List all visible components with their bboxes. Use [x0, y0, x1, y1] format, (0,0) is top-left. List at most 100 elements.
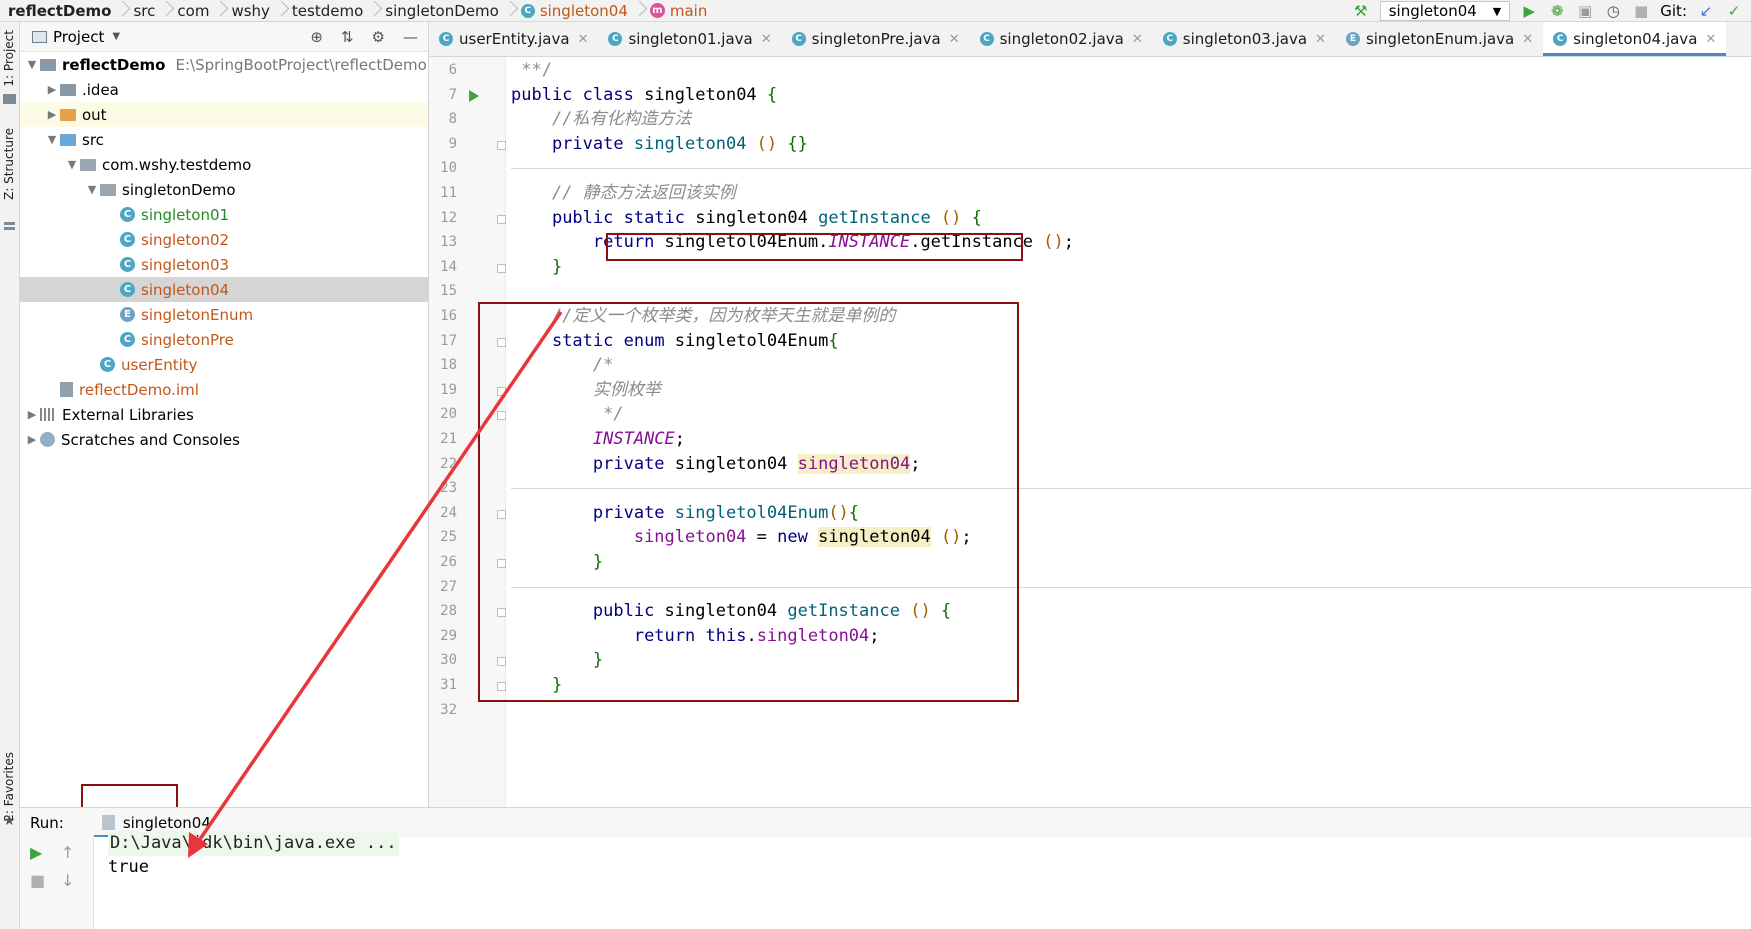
tree-item[interactable]: Csingleton01: [20, 202, 428, 227]
code-token: {: [766, 84, 778, 105]
editor-tab[interactable]: CsingletonPre.java ✕: [782, 22, 970, 56]
project-tool-tab[interactable]: 1: Project: [2, 30, 16, 87]
tree-item[interactable]: CsingletonPre: [20, 327, 428, 352]
collapse-all-icon[interactable]: ⇅: [341, 28, 354, 46]
close-icon[interactable]: ✕: [949, 32, 960, 47]
profile-icon[interactable]: ◷: [1604, 2, 1622, 20]
chevron-right-icon[interactable]: ▶: [24, 408, 40, 421]
git-update-icon[interactable]: ↙: [1697, 2, 1715, 20]
rerun-icon[interactable]: ▶: [30, 843, 42, 862]
code-line: //私有化构造方法: [511, 107, 691, 132]
breadcrumb-item[interactable]: com: [171, 2, 215, 20]
tree-item[interactable]: Csingleton02: [20, 227, 428, 252]
tree-item[interactable]: Csingleton03: [20, 252, 428, 277]
favorites-tool-tab[interactable]: 2: Favorites: [2, 752, 16, 822]
tree-item-label: userEntity: [121, 355, 198, 374]
chevron-down-icon: ▼: [1492, 4, 1502, 18]
breadcrumb-separator-icon: [117, 0, 127, 21]
run-icon[interactable]: ▶: [1520, 2, 1538, 20]
chevron-right-icon[interactable]: ▶: [44, 83, 60, 96]
breadcrumb-item[interactable]: src: [127, 2, 161, 20]
class-icon: C: [100, 357, 115, 372]
git-commit-icon[interactable]: ✓: [1725, 2, 1743, 20]
tree-item[interactable]: ▼ com.wshy.testdemo: [20, 152, 428, 177]
chevron-down-icon[interactable]: ▼: [112, 31, 120, 42]
chevron-right-icon[interactable]: ▶: [44, 108, 60, 121]
fold-marker-icon[interactable]: [497, 140, 506, 150]
line-number: 16: [440, 308, 457, 324]
tree-item-label: singleton03: [141, 255, 230, 274]
project-view-title[interactable]: Project: [53, 28, 104, 46]
breadcrumb-item[interactable]: singletonDemo: [379, 2, 505, 20]
locate-target-icon[interactable]: ⊕: [310, 28, 323, 46]
debug-bug-icon[interactable]: ❁: [1548, 2, 1566, 20]
line-number: 20: [440, 406, 457, 423]
tree-item[interactable]: ▶ Scratches and Consoles: [20, 427, 428, 452]
code-token: class: [582, 84, 645, 105]
run-console: ▶ ↑ ■ ↓ D:\Java\jdk\bin\java.exe ... tru…: [20, 831, 1751, 929]
editor-tab-label: singleton04.java: [1573, 30, 1698, 48]
chevron-down-icon[interactable]: ▼: [44, 133, 60, 146]
code-token: (): [940, 207, 972, 228]
scroll-up-icon[interactable]: ↑: [61, 843, 74, 862]
close-icon[interactable]: ✕: [578, 32, 589, 47]
project-view-icon: [32, 30, 47, 43]
editor-tab[interactable]: Csingleton01.java ✕: [598, 22, 781, 56]
run-gutter-icon[interactable]: [469, 89, 479, 102]
breadcrumb-item[interactable]: reflectDemo: [0, 2, 117, 20]
editor-tab[interactable]: CuserEntity.java ✕: [429, 22, 598, 56]
scroll-down-icon[interactable]: ↓: [61, 871, 74, 890]
coverage-icon[interactable]: ▣: [1576, 2, 1594, 20]
breadcrumb-label: com: [177, 1, 210, 20]
gear-icon[interactable]: ⚙: [372, 28, 385, 46]
tree-item[interactable]: ▶ .idea: [20, 77, 428, 102]
editor-tab[interactable]: Csingleton03.java ✕: [1153, 22, 1336, 56]
line-number: 7: [448, 86, 457, 103]
chevron-right-icon[interactable]: ▶: [24, 433, 40, 446]
chevron-down-icon[interactable]: ▼: [24, 58, 40, 71]
tree-item[interactable]: CuserEntity: [20, 352, 428, 377]
fold-marker-icon[interactable]: [497, 263, 506, 273]
chevron-down-icon[interactable]: ▼: [84, 183, 100, 196]
chevron-down-icon[interactable]: ▼: [64, 158, 80, 171]
tree-item[interactable]: EsingletonEnum: [20, 302, 428, 327]
tree-item[interactable]: ▶ External Libraries: [20, 402, 428, 427]
breadcrumb-separator-icon: [161, 0, 171, 21]
fold-marker-icon[interactable]: [497, 214, 506, 224]
tree-item[interactable]: ▼ singletonDemo: [20, 177, 428, 202]
highlight-box-enum-definition: [478, 302, 1019, 702]
editor-tab[interactable]: Csingleton02.java ✕: [970, 22, 1153, 56]
code-token: singleton04: [695, 207, 819, 228]
stop-icon[interactable]: ■: [30, 871, 45, 890]
line-number: 21: [440, 431, 457, 447]
tree-item[interactable]: Csingleton04: [20, 277, 428, 302]
tree-item[interactable]: reflectDemo.iml: [20, 377, 428, 402]
tree-item[interactable]: ▼ src: [20, 127, 428, 152]
close-icon[interactable]: ✕: [761, 32, 772, 47]
structure-tool-tab[interactable]: Z: Structure: [2, 128, 16, 200]
method-icon: m: [649, 3, 665, 18]
class-icon: C: [608, 32, 623, 46]
breadcrumb-item[interactable]: m main: [644, 2, 713, 20]
run-configuration-select[interactable]: singleton04 ▼: [1379, 1, 1511, 21]
run-tab-label: singleton04: [122, 813, 211, 832]
close-icon[interactable]: ✕: [1522, 32, 1533, 47]
breadcrumb-item[interactable]: wshy: [225, 2, 275, 20]
highlight-box-return-statement: [606, 233, 1023, 261]
hide-panel-icon[interactable]: —: [403, 28, 418, 46]
close-icon[interactable]: ✕: [1132, 32, 1143, 47]
breadcrumb-item[interactable]: testdemo: [286, 2, 369, 20]
stop-icon[interactable]: ■: [1632, 2, 1650, 20]
close-icon[interactable]: ✕: [1315, 32, 1326, 47]
line-number: 10: [440, 160, 457, 177]
breadcrumb-item[interactable]: Csingleton04: [515, 2, 634, 20]
editor-tab[interactable]: Csingleton04.java ✕: [1543, 22, 1727, 56]
tree-item[interactable]: ▼ reflectDemo E:\SpringBootProject\reflect…: [20, 52, 428, 77]
line-number: 22: [440, 455, 457, 472]
class-icon: C: [120, 257, 135, 272]
build-hammer-icon[interactable]: ⚒: [1352, 2, 1370, 20]
editor-tab[interactable]: EsingletonEnum.java ✕: [1336, 22, 1543, 56]
close-icon[interactable]: ✕: [1705, 32, 1716, 47]
tree-item[interactable]: ▶ out: [20, 102, 428, 127]
